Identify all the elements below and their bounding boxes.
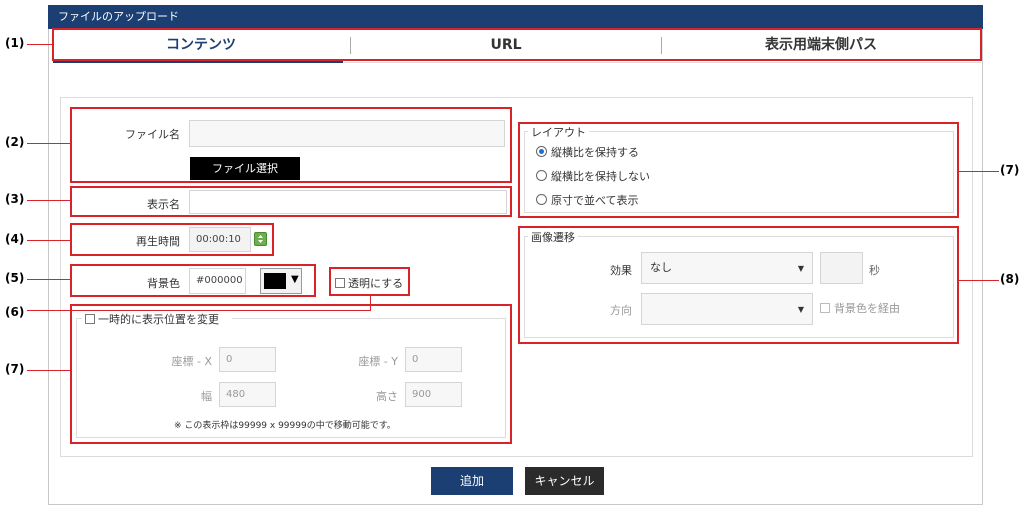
layout-keep-ratio-label: 縦横比を保持する <box>551 146 639 159</box>
layout-original-size-radio[interactable] <box>536 194 547 205</box>
transparent-label: 透明にする <box>348 277 404 290</box>
x-input[interactable]: 0 <box>219 347 276 372</box>
annotation-label-7a: (7) <box>5 362 25 376</box>
file-name-input[interactable] <box>189 120 505 147</box>
layout-keep-ratio-radio[interactable] <box>536 146 547 157</box>
annotation-line-8 <box>959 280 999 281</box>
annotation-line-7b <box>959 171 999 172</box>
annotation-label-8: (8) <box>1000 272 1020 286</box>
width-label: 幅 <box>201 390 212 403</box>
file-select-button[interactable]: ファイル選択 <box>190 157 300 180</box>
via-bg-label: 背景色を経由 <box>834 302 900 315</box>
annotation-line-5 <box>27 279 71 280</box>
caret-down-icon: ▼ <box>291 274 299 285</box>
annotation-line-3 <box>27 200 71 201</box>
layout-no-ratio-label: 縦横比を保持しない <box>551 170 650 183</box>
caret-down-icon: ▼ <box>797 305 804 314</box>
temp-position-checkbox-label: 一時的に表示位置を変更 <box>98 313 219 326</box>
cancel-button[interactable]: キャンセル <box>525 467 604 495</box>
time-spinner-icon[interactable] <box>254 232 267 246</box>
play-time-label: 再生時間 <box>136 235 180 248</box>
effect-label: 効果 <box>610 264 632 277</box>
color-picker-button[interactable]: ▼ <box>260 268 302 294</box>
annotation-label-2: (2) <box>5 135 25 149</box>
annotation-line-4 <box>27 240 71 241</box>
direction-select[interactable]: ▼ <box>641 293 813 325</box>
annotation-label-5: (5) <box>5 271 25 285</box>
annotation-line-1 <box>27 44 53 45</box>
effect-select-value: なし <box>650 261 672 274</box>
layout-no-ratio-radio[interactable] <box>536 170 547 181</box>
transition-title: 画像遷移 <box>528 229 578 245</box>
seconds-input[interactable] <box>820 252 863 284</box>
add-button[interactable]: 追加 <box>431 467 513 495</box>
y-label: 座標 - Y <box>358 355 398 368</box>
display-name-label: 表示名 <box>147 198 180 211</box>
file-name-label: ファイル名 <box>125 128 180 141</box>
effect-select[interactable]: なし ▼ <box>641 252 813 284</box>
via-bg-checkbox[interactable] <box>820 303 830 313</box>
caret-down-icon: ▼ <box>797 264 804 273</box>
transparent-checkbox[interactable] <box>335 278 345 288</box>
color-swatch <box>264 273 286 289</box>
bg-color-label: 背景色 <box>147 277 180 290</box>
annotation-label-1: (1) <box>5 36 25 50</box>
height-input[interactable]: 900 <box>405 382 462 407</box>
layout-original-size-label: 原寸で並べて表示 <box>551 194 639 207</box>
seconds-unit: 秒 <box>869 264 880 277</box>
bg-color-input[interactable]: #000000 <box>189 268 246 294</box>
annotation-line-6 <box>27 310 371 311</box>
direction-label: 方向 <box>610 304 632 317</box>
y-input[interactable]: 0 <box>405 347 462 372</box>
layout-title: レイアウト <box>528 124 589 140</box>
x-label: 座標 - X <box>171 355 213 368</box>
annotation-box-1 <box>52 28 982 61</box>
display-name-input[interactable] <box>189 190 507 214</box>
annotation-label-4: (4) <box>5 232 25 246</box>
width-input[interactable]: 480 <box>219 382 276 407</box>
annotation-line-7a <box>27 370 71 371</box>
move-range-note: ※ この表示枠は99999 x 99999の中で移動可能です。 <box>174 421 396 431</box>
annotation-line-2 <box>27 143 71 144</box>
annotation-label-7b: (7) <box>1000 163 1020 177</box>
height-label: 高さ <box>376 390 398 403</box>
annotation-label-3: (3) <box>5 192 25 206</box>
annotation-line-6-vertical <box>370 296 371 311</box>
dialog-title: ファイルのアップロード <box>48 5 983 29</box>
temp-position-title: 一時的に表示位置を変更 <box>82 311 232 327</box>
play-time-input[interactable]: 00:00:10 <box>189 227 251 252</box>
temp-position-checkbox[interactable] <box>85 314 95 324</box>
annotation-label-6: (6) <box>5 305 25 319</box>
